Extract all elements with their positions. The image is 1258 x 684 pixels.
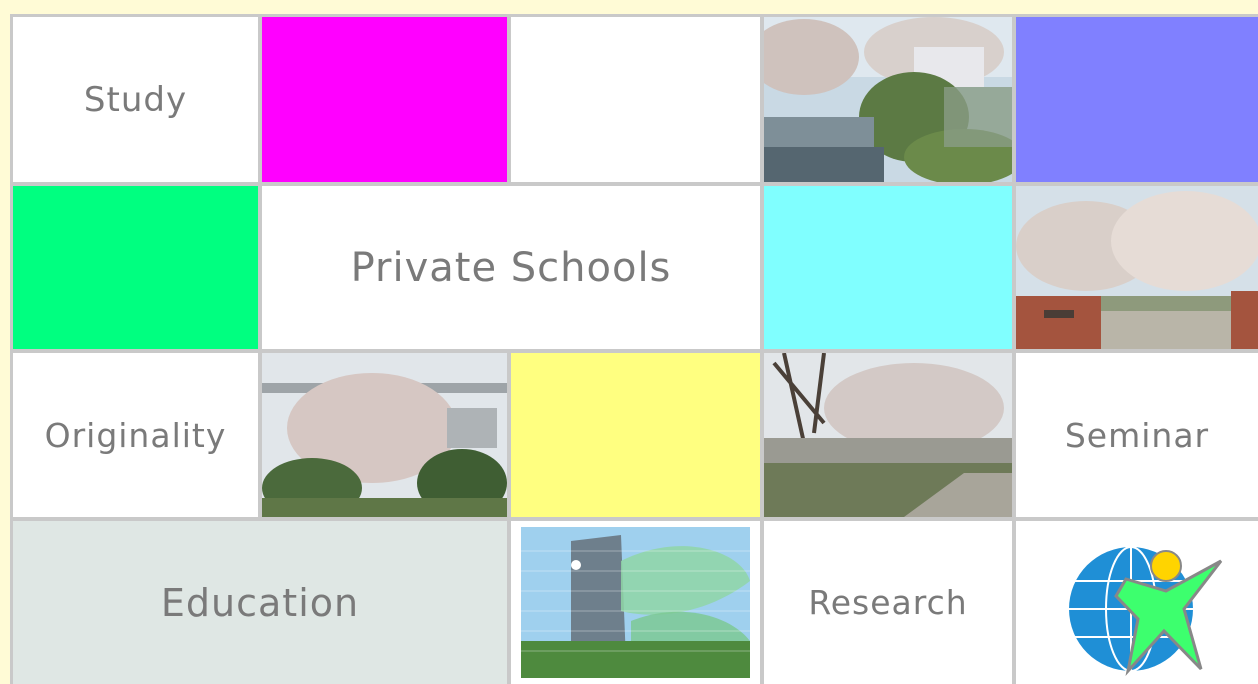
tile-green	[13, 186, 258, 349]
cherry-gate-photo-icon	[1016, 186, 1258, 349]
tile-originality-label: Originality	[44, 415, 227, 455]
tile-yellow	[511, 353, 760, 517]
tile-magenta	[262, 17, 507, 182]
tile-private-schools-label: Private Schools	[350, 244, 672, 291]
tile-private-schools[interactable]: Private Schools	[262, 186, 760, 349]
river-photo-icon	[764, 17, 1012, 182]
tile-grid: Study Private Schools Originality Semina…	[10, 14, 1258, 684]
photo-bare-trees-park	[764, 353, 1012, 517]
blossom-bridge-photo-icon	[262, 353, 507, 517]
photo-blossom-tree-bridge	[262, 353, 507, 517]
tile-cyan	[764, 186, 1012, 349]
tile-research-label: Research	[808, 583, 968, 622]
campus-building-photo-icon	[521, 527, 750, 678]
tile-periwinkle	[1016, 17, 1258, 182]
tile-education-label: Education	[160, 580, 360, 625]
photo-river-cherry-blossoms	[764, 17, 1012, 182]
tile-education[interactable]: Education	[13, 521, 507, 684]
tile-originality[interactable]: Originality	[13, 353, 258, 517]
tile-study-label: Study	[83, 79, 188, 120]
tile-seminar-label: Seminar	[1064, 415, 1210, 455]
tile-study[interactable]: Study	[13, 17, 258, 182]
photo-cherry-trees-gate	[1016, 186, 1258, 349]
tile-research[interactable]: Research	[764, 521, 1012, 684]
globe-star-person-icon	[1069, 546, 1223, 677]
tile-seminar[interactable]: Seminar	[1016, 353, 1258, 517]
tile-logo[interactable]	[1016, 521, 1258, 684]
tile-white-blank	[511, 17, 760, 182]
photo-campus-building-leaves	[511, 521, 760, 684]
bare-trees-photo-icon	[764, 353, 1012, 517]
